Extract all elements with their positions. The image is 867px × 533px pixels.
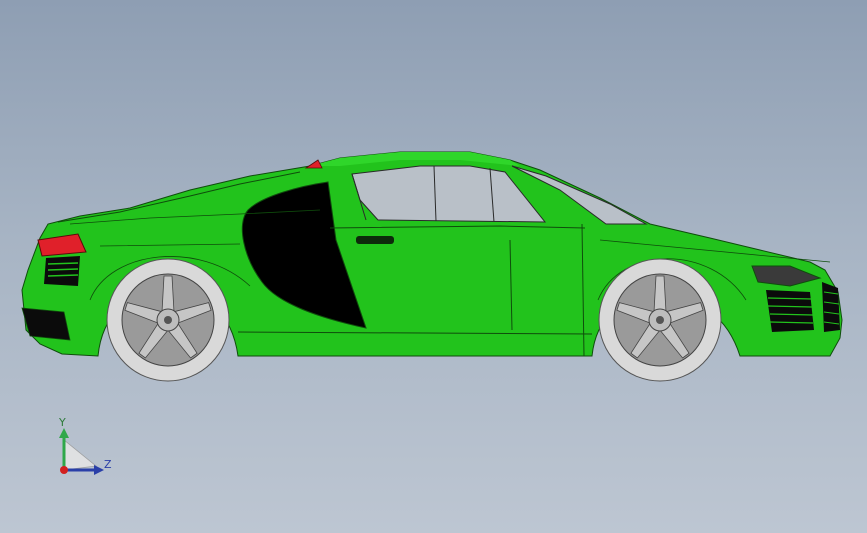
model-scene[interactable]: Y Z	[0, 0, 867, 533]
graphics-viewport[interactable]: Y Z	[0, 0, 867, 533]
rear-diffuser	[21, 307, 71, 341]
front-wheel[interactable]	[598, 258, 722, 382]
view-triad[interactable]: Y Z	[58, 416, 112, 475]
door-handle	[356, 236, 394, 244]
z-axis-arrow	[94, 465, 104, 475]
rear-vents	[44, 256, 80, 286]
front-intake	[766, 290, 814, 332]
rear-wheel[interactable]	[106, 258, 230, 382]
x-axis-origin	[60, 466, 68, 474]
z-axis-label: Z	[104, 458, 112, 471]
front-grille	[822, 282, 840, 332]
side-mirror	[304, 159, 323, 169]
car-model[interactable]	[21, 151, 843, 382]
y-axis-label: Y	[58, 416, 66, 429]
triad-plane	[63, 439, 97, 471]
y-axis-arrow	[59, 428, 69, 438]
